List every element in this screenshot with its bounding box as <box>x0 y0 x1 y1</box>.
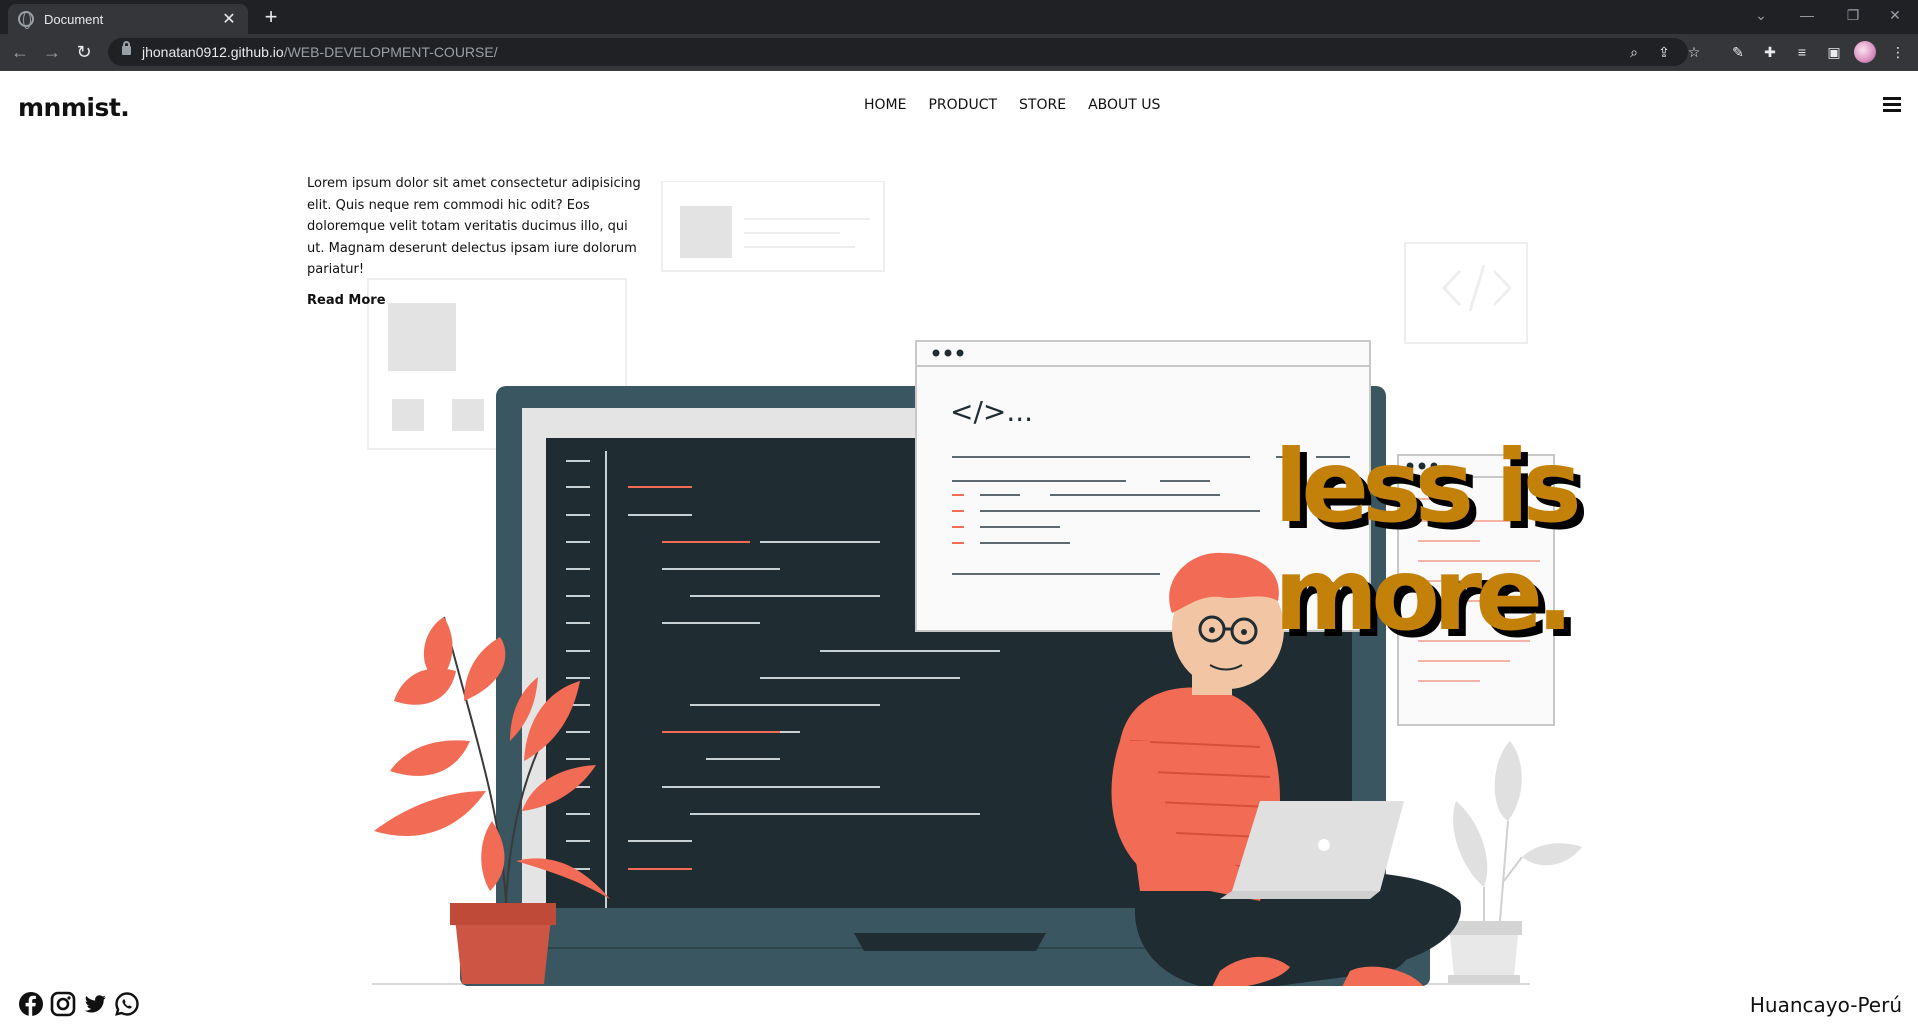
minimize-button[interactable]: — <box>1784 0 1830 30</box>
extensions-puzzle-icon[interactable]: ✚ <box>1760 42 1780 62</box>
code-snippet-text: </>... <box>950 395 1033 428</box>
back-button[interactable]: ← <box>8 40 32 64</box>
nav-home[interactable]: HOME <box>864 97 906 113</box>
browser-tab-bar: Document ✕ + ⌄ — ❐ ✕ <box>0 0 1918 34</box>
page: mnmist. HOME PRODUCT STORE ABOUT US </>.… <box>0 71 1918 1034</box>
twitter-icon[interactable] <box>82 991 108 1017</box>
location-text: Huancayo-Perú <box>1749 993 1902 1017</box>
nav-about-us[interactable]: ABOUT US <box>1088 97 1160 113</box>
browser-tab[interactable]: Document ✕ <box>8 4 248 34</box>
nav-store[interactable]: STORE <box>1019 97 1066 113</box>
tagline-line-2: more. <box>1274 536 1574 653</box>
whatsapp-icon[interactable] <box>114 991 140 1017</box>
tab-close-button[interactable]: ✕ <box>220 9 238 29</box>
menu-kebab-icon[interactable]: ⋮ <box>1888 42 1908 62</box>
close-window-button[interactable]: ✕ <box>1872 0 1918 30</box>
tab-search-icon[interactable]: ⌄ <box>1738 0 1784 30</box>
intro-paragraph: Lorem ipsum dolor sit amet consectetur a… <box>307 176 641 277</box>
site-logo[interactable]: mnmist. <box>18 93 130 122</box>
hero-tagline: less is more. <box>1274 433 1634 649</box>
profile-avatar[interactable] <box>1854 41 1876 63</box>
address-bar[interactable]: jhonatan0912.github.io/WEB-DEVELOPMENT-C… <box>108 38 1700 66</box>
media-control-icon[interactable]: ≡ <box>1792 42 1812 62</box>
side-panel-icon[interactable]: ▣ <box>1824 42 1844 62</box>
tagline-line-1: less is <box>1274 428 1582 545</box>
nav-product[interactable]: PRODUCT <box>928 97 997 113</box>
facebook-icon[interactable] <box>18 991 44 1017</box>
main-nav: HOME PRODUCT STORE ABOUT US <box>864 97 1160 113</box>
pen-extension-icon[interactable]: ✎ <box>1728 42 1748 62</box>
lock-icon[interactable] <box>122 41 131 55</box>
browser-toolbar: ← → ↻ jhonatan0912.github.io/WEB-DEVELOP… <box>0 34 1918 70</box>
instagram-icon[interactable] <box>50 991 76 1017</box>
restore-button[interactable]: ❐ <box>1830 0 1876 30</box>
new-tab-button[interactable]: + <box>258 4 284 30</box>
zoom-icon[interactable]: ⌕ <box>1626 44 1642 60</box>
bookmark-star-icon[interactable]: ☆ <box>1686 44 1702 60</box>
forward-button[interactable]: → <box>40 40 64 64</box>
share-icon[interactable]: ⇪ <box>1656 44 1672 60</box>
hamburger-menu-icon[interactable] <box>1883 97 1901 113</box>
globe-icon <box>18 11 34 29</box>
social-links <box>18 991 140 1017</box>
read-more-link[interactable]: Read More <box>307 293 386 308</box>
tab-title: Document <box>44 11 104 27</box>
url-text[interactable]: jhonatan0912.github.io/WEB-DEVELOPMENT-C… <box>142 44 498 60</box>
reload-button[interactable]: ↻ <box>72 40 96 64</box>
